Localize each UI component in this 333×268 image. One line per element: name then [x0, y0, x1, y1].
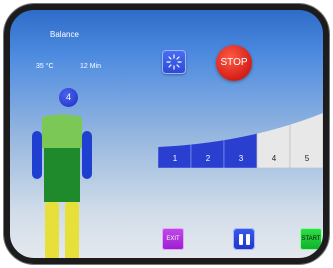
pause-icon: [238, 233, 250, 245]
level-label-2: 2: [205, 154, 211, 163]
temperature-readout: 35 °C: [36, 63, 54, 70]
pause-bar-right: [245, 233, 250, 245]
body-zone-figure: [32, 114, 92, 260]
right-leg-zone[interactable]: [65, 202, 79, 260]
level-label-4: 4: [271, 154, 277, 163]
device-screen: Balance 35 °C 12 Min 4 STOP 1 2 3 4 5 EX…: [4, 4, 329, 264]
mode-label: Balance: [50, 30, 79, 39]
pause-bar-left: [238, 233, 243, 245]
start-button[interactable]: START: [300, 228, 322, 250]
level-label-3: 3: [238, 154, 244, 163]
left-leg-zone[interactable]: [45, 202, 59, 260]
level-label-5: 5: [304, 154, 310, 163]
right-arm-zone[interactable]: [82, 131, 92, 179]
left-arm-zone[interactable]: [32, 131, 42, 179]
heat-button[interactable]: [162, 50, 186, 74]
level-label-1: 1: [172, 154, 178, 163]
pause-button[interactable]: [233, 228, 255, 250]
lower-torso-zone[interactable]: [44, 148, 80, 202]
upper-torso-zone[interactable]: [42, 114, 82, 149]
sunburst-icon: [166, 54, 182, 70]
time-readout: 12 Min: [80, 63, 102, 70]
stop-button[interactable]: STOP: [216, 45, 252, 81]
exit-button[interactable]: EXIT: [162, 228, 184, 250]
zone-badge: 4: [59, 88, 78, 107]
